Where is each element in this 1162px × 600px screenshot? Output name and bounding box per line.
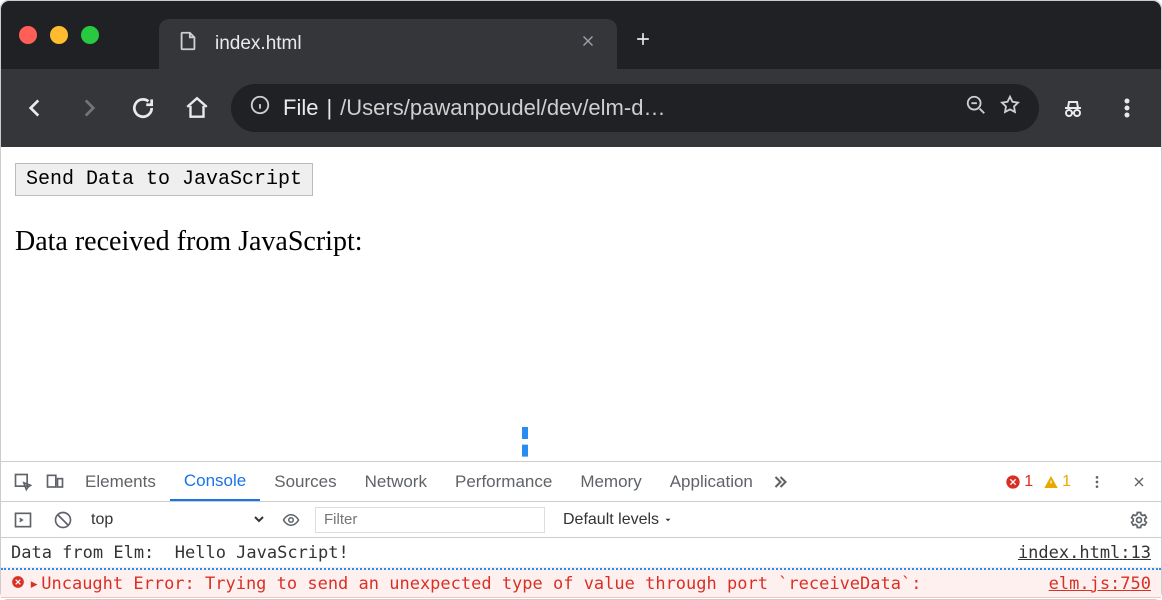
minimize-window-button[interactable]	[50, 26, 68, 44]
devtools-tab-elements[interactable]: Elements	[71, 462, 170, 501]
error-icon	[11, 574, 29, 594]
expand-error-icon[interactable]: ▸	[29, 574, 39, 594]
console-error-source-link[interactable]: elm.js:750	[1049, 574, 1151, 594]
error-count-badge[interactable]: 1	[1005, 473, 1033, 491]
tab-close-button[interactable]	[579, 32, 597, 56]
console-error-row[interactable]: ▸ Uncaught Error: Trying to send an unex…	[1, 568, 1161, 598]
console-sidebar-toggle-icon[interactable]	[7, 510, 39, 530]
close-window-button[interactable]	[19, 26, 37, 44]
console-context-select[interactable]: top	[87, 510, 267, 529]
received-data-label: Data received from JavaScript:	[15, 226, 1147, 258]
clear-console-icon[interactable]	[47, 510, 79, 530]
incognito-icon[interactable]	[1053, 88, 1093, 128]
back-button[interactable]	[15, 88, 55, 128]
console-settings-icon[interactable]	[1123, 510, 1155, 530]
inspect-element-icon[interactable]	[7, 472, 39, 492]
devtools-tab-sources[interactable]: Sources	[260, 462, 350, 501]
console-filter-input[interactable]	[315, 507, 545, 533]
devtools-tab-memory[interactable]: Memory	[566, 462, 655, 501]
address-bar[interactable]: File|/Users/pawanpoudel/dev/elm-d…	[231, 84, 1039, 132]
log-levels-dropdown[interactable]: Default levels	[563, 511, 673, 529]
devtools-tab-network[interactable]: Network	[351, 462, 441, 501]
window-titlebar: index.html	[1, 1, 1161, 69]
traffic-lights	[19, 26, 99, 44]
devtools-tab-performance[interactable]: Performance	[441, 462, 566, 501]
console-toolbar: top Default levels	[1, 502, 1161, 538]
reload-button[interactable]	[123, 88, 163, 128]
new-tab-button[interactable]	[633, 29, 653, 54]
console-log-text: Data from Elm: Hello JavaScript!	[11, 543, 1018, 563]
warning-count-badge[interactable]: 1	[1043, 473, 1071, 491]
devtools-panel: Elements Console Sources Network Perform…	[1, 461, 1161, 599]
zoom-out-icon[interactable]	[965, 94, 987, 122]
site-info-icon[interactable]	[249, 94, 271, 122]
devtools-menu-icon[interactable]	[1081, 474, 1113, 490]
devtools-close-icon[interactable]	[1123, 474, 1155, 490]
devtools-tab-console[interactable]: Console	[170, 462, 260, 501]
console-log-row[interactable]: Data from Elm: Hello JavaScript! index.h…	[1, 538, 1161, 568]
browser-menu-button[interactable]	[1107, 88, 1147, 128]
bookmark-star-icon[interactable]	[999, 94, 1021, 122]
maximize-window-button[interactable]	[81, 26, 99, 44]
console-output: Data from Elm: Hello JavaScript! index.h…	[1, 538, 1161, 598]
send-data-button[interactable]: Send Data to JavaScript	[15, 163, 313, 196]
devtools-more-tabs-icon[interactable]	[767, 472, 799, 492]
home-button[interactable]	[177, 88, 217, 128]
browser-toolbar: File|/Users/pawanpoudel/dev/elm-d…	[1, 69, 1161, 147]
page-content: Send Data to JavaScript Data received fr…	[1, 147, 1161, 463]
browser-tab[interactable]: index.html	[159, 19, 617, 69]
file-icon	[177, 30, 199, 58]
url-text: File|/Users/pawanpoudel/dev/elm-d…	[283, 95, 953, 121]
device-toolbar-icon[interactable]	[39, 472, 71, 492]
devtools-tab-application[interactable]: Application	[656, 462, 767, 501]
tab-title: index.html	[215, 33, 563, 55]
live-expression-icon[interactable]	[275, 511, 307, 529]
console-log-source-link[interactable]: index.html:13	[1018, 543, 1151, 563]
devtools-tabstrip: Elements Console Sources Network Perform…	[1, 462, 1161, 502]
console-error-text: Uncaught Error: Trying to send an unexpe…	[41, 574, 1048, 594]
forward-button[interactable]	[69, 88, 109, 128]
